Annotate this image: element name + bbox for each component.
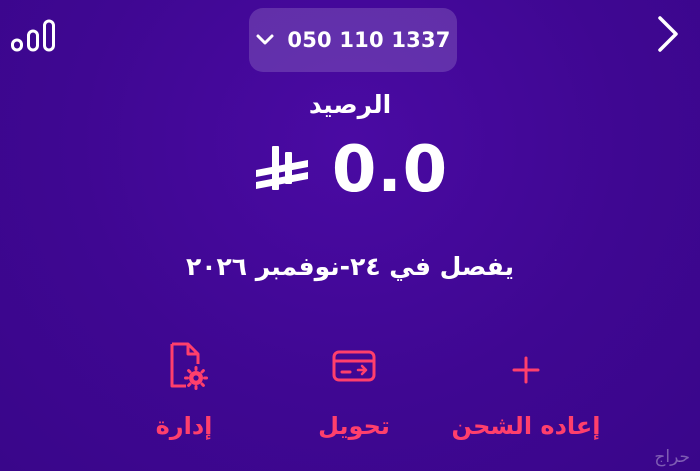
card-transfer-icon bbox=[332, 350, 376, 382]
transfer-button[interactable]: تحويل bbox=[302, 340, 406, 440]
watermark: حراج bbox=[654, 447, 690, 467]
phone-number: 050 110 1337 bbox=[287, 28, 451, 52]
manage-label: إدارة bbox=[155, 412, 213, 440]
balance-label: الرصيد bbox=[308, 90, 392, 119]
balance-amount: 0.0 bbox=[331, 133, 449, 207]
manage-button[interactable]: إدارة bbox=[136, 340, 232, 440]
transfer-label: تحويل bbox=[318, 412, 390, 440]
bars-logo-icon bbox=[11, 19, 55, 52]
expiry-date-text: يفصل في ٢٤-نوفمبر ٢٠٢٦ bbox=[185, 252, 514, 281]
document-gear-icon bbox=[170, 342, 208, 390]
plus-icon bbox=[512, 356, 540, 384]
recharge-button[interactable]: إعاده الشحن bbox=[438, 340, 614, 440]
saudi-riyal-icon bbox=[255, 146, 308, 190]
wallet-screen: 050 110 1337 الرصيد 0.0 يفصل في ٢٤-نوفمب… bbox=[0, 0, 700, 471]
chevron-right-icon[interactable] bbox=[654, 14, 682, 54]
chevron-down-icon bbox=[256, 34, 274, 45]
recharge-label: إعاده الشحن bbox=[451, 412, 601, 440]
phone-number-selector[interactable]: 050 110 1337 bbox=[249, 8, 457, 72]
balance-row: 0.0 bbox=[0, 138, 700, 202]
